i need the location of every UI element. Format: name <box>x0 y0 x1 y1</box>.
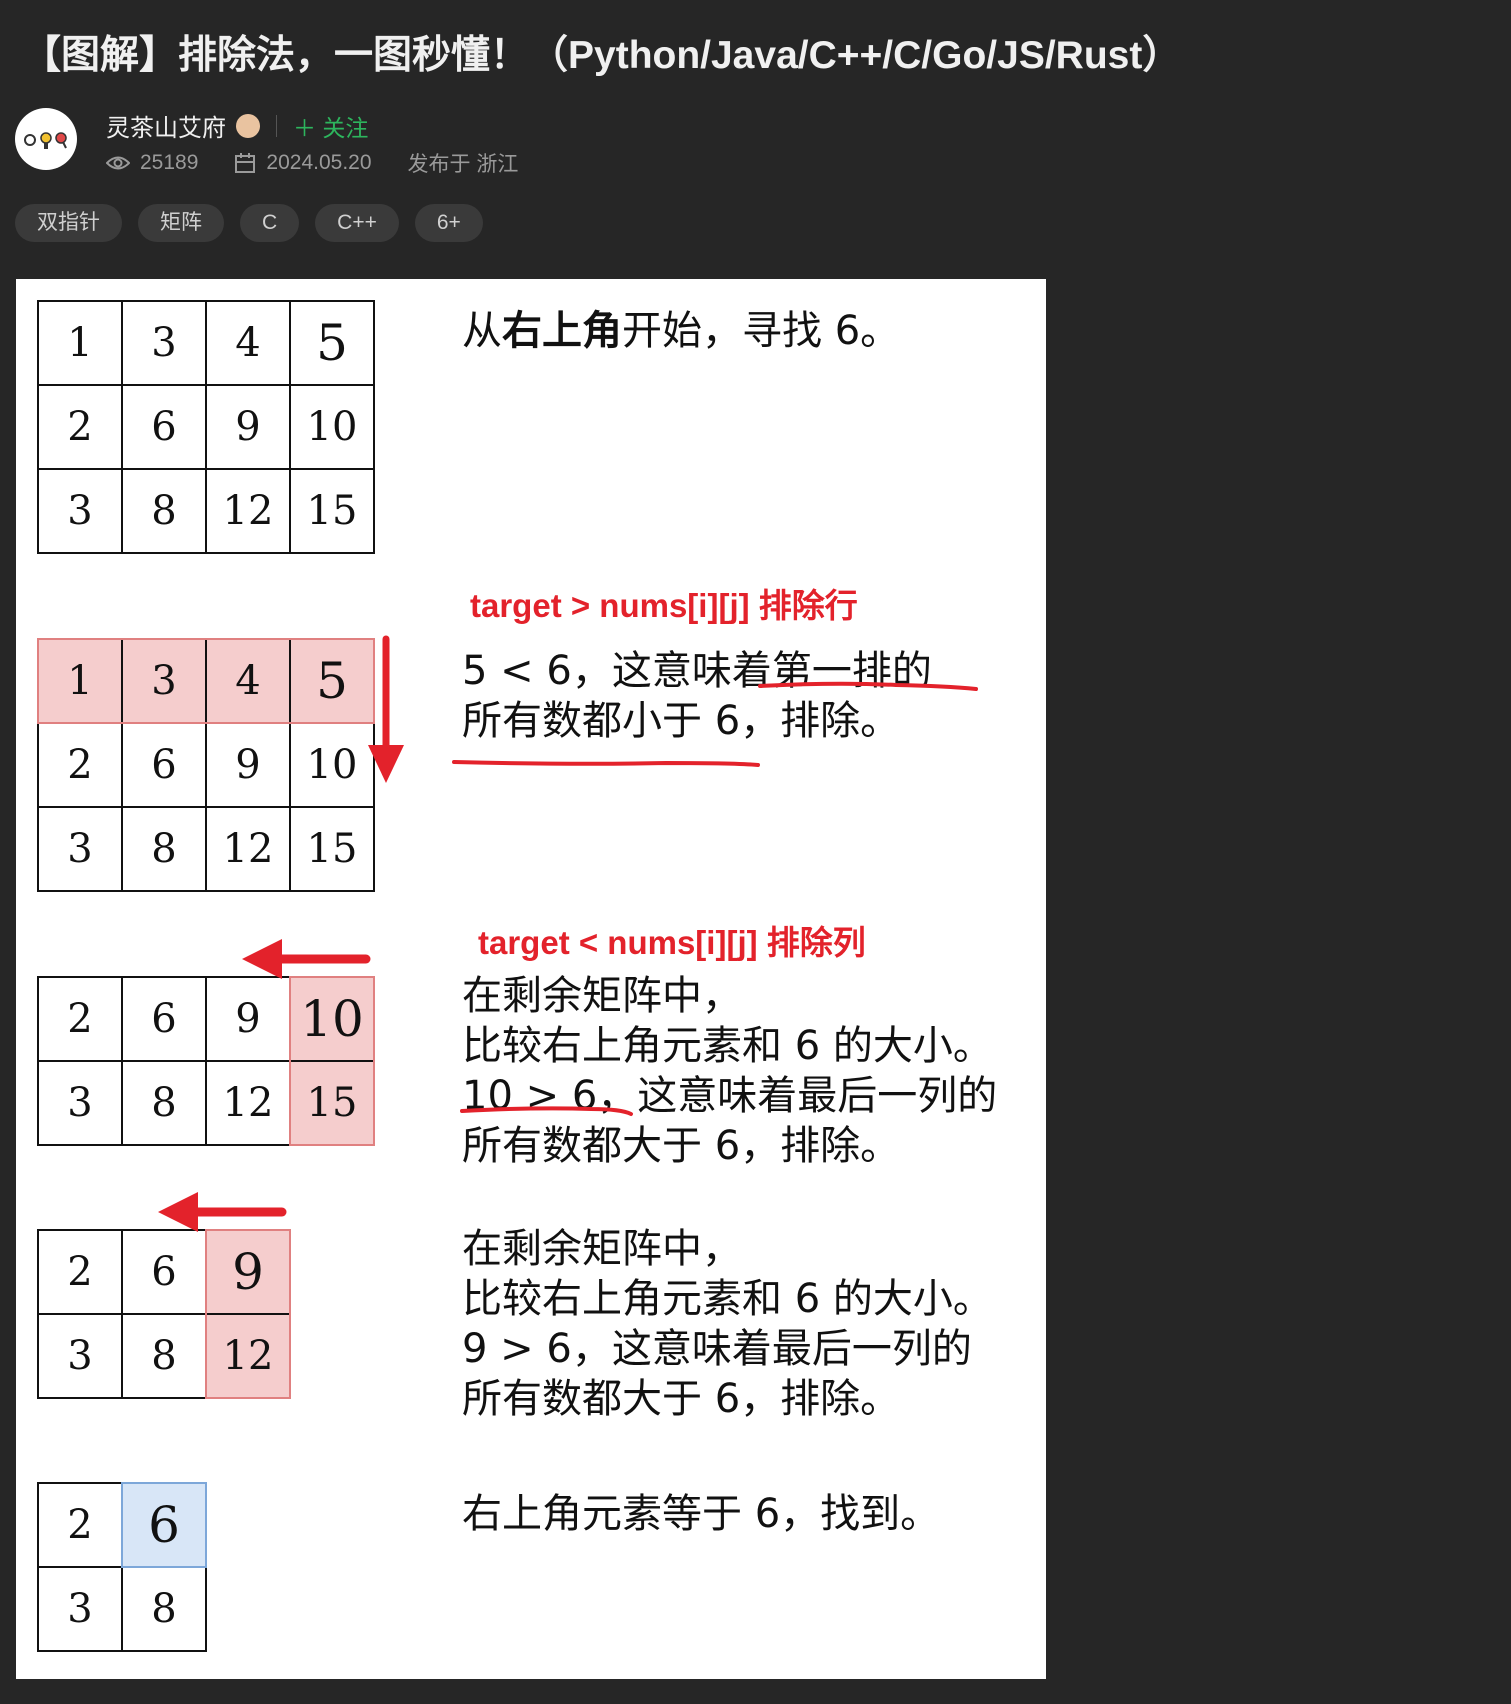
step-description: 所有数都小于 6，排除。 <box>462 698 900 744</box>
step-description: 比较右上角元素和 6 的大小。 <box>462 1276 993 1322</box>
description-segment: 右上角 <box>502 308 622 354</box>
matrix-cell-value: 2 <box>67 996 92 1042</box>
matrix-cell-value: 3 <box>67 1586 92 1632</box>
matrix-cell-value: 2 <box>67 1249 92 1295</box>
matrix-cell-value: 3 <box>67 1080 92 1126</box>
step-description: 在剩余矩阵中， <box>462 973 742 1019</box>
step-description: 5 < 6，这意味着第一排的 <box>462 648 932 694</box>
matrix-cell-value: 8 <box>151 1333 176 1379</box>
rule-label: target > nums[i][j] 排除行 <box>470 587 858 624</box>
divider <box>276 114 277 137</box>
matrix-cell-value: 12 <box>223 488 274 534</box>
matrix-cell-value: 4 <box>235 658 260 704</box>
matrix-cell-value: 8 <box>151 488 176 534</box>
matrix-cell-value: 8 <box>151 826 176 872</box>
matrix-cell-value: 1 <box>67 658 92 704</box>
matrix-cell-value: 10 <box>307 742 358 788</box>
step-description: 10 > 6，这意味着最后一列的 <box>462 1073 997 1119</box>
publish-date: 2024.05.20 <box>266 151 372 174</box>
publish-location: 发布于 浙江 <box>407 153 519 176</box>
matrix-cell-value: 9 <box>232 1243 264 1301</box>
tag-matrix[interactable]: 矩阵 <box>138 204 224 242</box>
avatar-icon <box>24 132 67 149</box>
matrix-cell-value: 3 <box>151 320 176 366</box>
step-description: 所有数都大于 6，排除。 <box>462 1376 900 1422</box>
matrix-cell-value: 15 <box>307 826 358 872</box>
step-description: 9 > 6，这意味着最后一列的 <box>462 1326 972 1372</box>
matrix-cell-value: 8 <box>151 1080 176 1126</box>
step-description: 在剩余矩阵中， <box>462 1226 742 1272</box>
matrix-cell-value: 4 <box>235 320 260 366</box>
underline-mark <box>452 760 760 767</box>
matrix-cell-value: 1 <box>67 320 92 366</box>
matrix-cell-value: 2 <box>67 1502 92 1548</box>
matrix-cell-value: 8 <box>151 1586 176 1632</box>
matrix-cell-value: 9 <box>235 742 260 788</box>
follow-button[interactable]: ＋ 关注 <box>293 109 368 143</box>
matrix-cell-value: 2 <box>67 404 92 450</box>
matrix-cell-value: 12 <box>223 1080 274 1126</box>
arrow-head-icon <box>158 1192 198 1232</box>
step-description: 从右上角开始，寻找 6。 <box>462 308 900 354</box>
matrix-cell-value: 3 <box>67 826 92 872</box>
matrix-cell-value: 9 <box>235 404 260 450</box>
illustration-figure: 1 3 4 5 2 6 9 10 3 8 12 15 从右上角开始，寻找 6。 1 3 4 5 2 6 9 10 3 8 12… <box>16 279 1046 1679</box>
page-title: 【图解】排除法，一图秒懂！（Python/Java/C++/C/Go/JS/Ru… <box>22 34 1182 77</box>
description-segment: 开始，寻找 6。 <box>622 308 900 354</box>
author-name[interactable]: 灵茶山艾府 <box>106 108 226 143</box>
matrix-cell-value: 2 <box>67 742 92 788</box>
matrix-cell-value: 3 <box>67 1333 92 1379</box>
matrix-cell-value: 10 <box>300 990 364 1048</box>
description-segment: 从 <box>462 308 502 354</box>
matrix-cell-value: 3 <box>151 658 176 704</box>
matrix-cell-value: 10 <box>307 404 358 450</box>
calendar-icon <box>235 153 256 173</box>
medal-icon <box>236 113 260 138</box>
matrix-cell-value: 6 <box>151 404 176 450</box>
matrix-cell-value: 12 <box>223 826 274 872</box>
step-description: 右上角元素等于 6，找到。 <box>462 1491 940 1537</box>
avatar[interactable] <box>15 108 77 170</box>
arrow-head-icon <box>242 939 282 979</box>
matrix-cell-value: 5 <box>316 314 348 372</box>
tag-cpp[interactable]: C++ <box>315 204 399 242</box>
step-description: 比较右上角元素和 6 的大小。 <box>462 1023 993 1069</box>
matrix-cell-value: 5 <box>316 652 348 710</box>
matrix-cell-value: 6 <box>151 996 176 1042</box>
matrix-cell-value: 15 <box>307 488 358 534</box>
tag-c[interactable]: C <box>240 204 300 242</box>
tag-two-pointers[interactable]: 双指针 <box>15 204 122 242</box>
eye-icon <box>106 156 130 170</box>
illustration-svg: 1 3 4 5 2 6 9 10 3 8 12 15 从右上角开始，寻找 6。 1 3 4 5 2 6 9 10 3 8 12… <box>37 300 997 1652</box>
rule-label: target < nums[i][j] 排除列 <box>478 924 866 961</box>
matrix-cell-value: 6 <box>151 1249 176 1295</box>
matrix-cell-value: 6 <box>148 1496 180 1554</box>
matrix-cell-value: 15 <box>307 1080 358 1126</box>
tag-more[interactable]: 6+ <box>414 204 483 242</box>
matrix-cell-value: 9 <box>235 996 260 1042</box>
view-count: 25189 <box>140 151 199 174</box>
matrix-cell-value: 6 <box>151 742 176 788</box>
matrix-cell-value: 3 <box>67 488 92 534</box>
step-description: 所有数都大于 6，排除。 <box>462 1123 900 1169</box>
matrix-cell-value: 12 <box>223 1333 274 1379</box>
